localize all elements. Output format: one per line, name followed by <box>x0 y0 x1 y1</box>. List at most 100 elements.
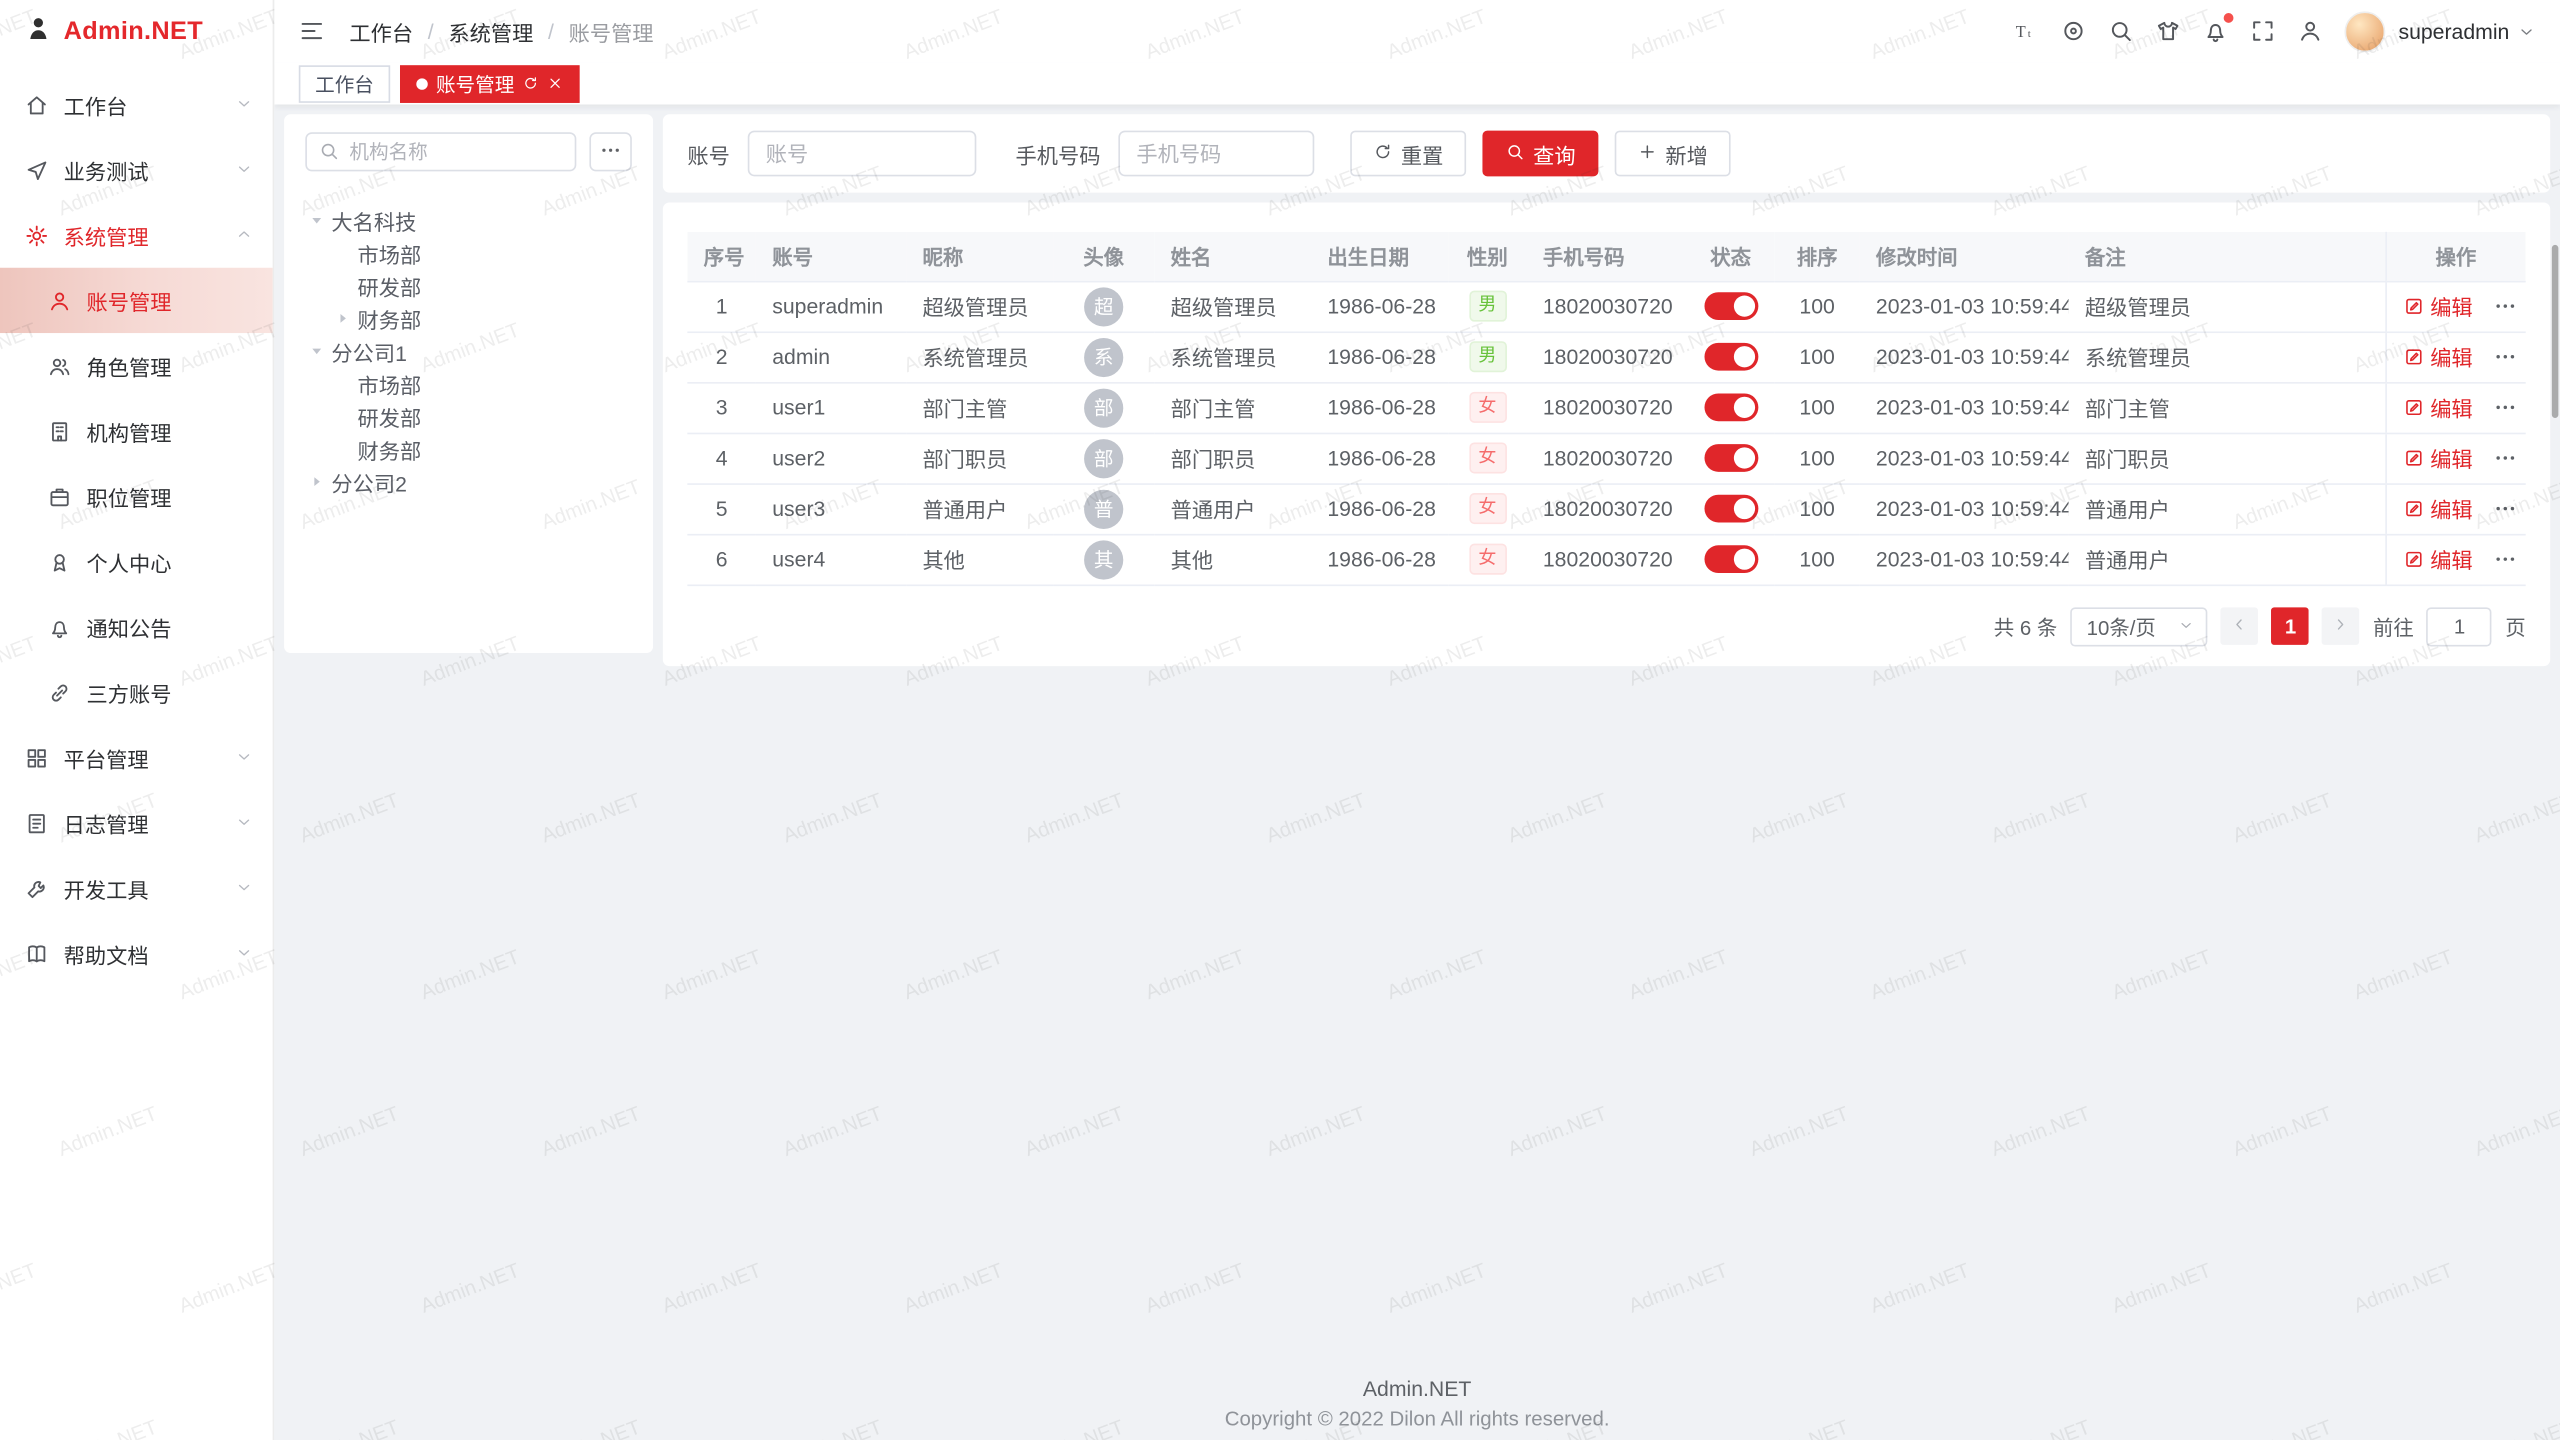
globe-icon[interactable] <box>2061 18 2087 44</box>
sidebar-item-system-management[interactable]: 系统管理 <box>0 202 273 267</box>
cell-remark: 超级管理员 <box>2069 281 2386 332</box>
user-avatar[interactable] <box>2345 11 2386 52</box>
column-header[interactable]: 序号 <box>687 232 756 281</box>
search-icon <box>318 140 339 169</box>
status-toggle[interactable] <box>1704 394 1758 422</box>
row-more-button[interactable] <box>2492 344 2516 368</box>
edit-button[interactable]: 编辑 <box>2402 291 2472 322</box>
chevron-down-icon[interactable] <box>2518 22 2536 40</box>
column-header[interactable]: 头像 <box>1053 232 1154 281</box>
column-header[interactable]: 操作 <box>2385 232 2525 281</box>
column-header[interactable]: 手机号码 <box>1527 232 1687 281</box>
fullscreen-icon[interactable] <box>2250 18 2276 44</box>
sidebar-item-business-test[interactable]: 业务测试 <box>0 137 273 202</box>
sidebar-item-help-docs[interactable]: 帮助文档 <box>0 921 273 986</box>
sidebar-item-workbench[interactable]: 工作台 <box>0 72 273 137</box>
column-header[interactable]: 昵称 <box>906 232 1053 281</box>
next-page-button[interactable] <box>2322 607 2360 645</box>
sidebar-item-log-management[interactable]: 日志管理 <box>0 790 273 855</box>
column-header[interactable]: 出生日期 <box>1311 232 1448 281</box>
svg-text:t: t <box>2028 28 2031 40</box>
page-size-select[interactable]: 10条/页 <box>2070 607 2208 646</box>
font-size-icon[interactable]: Tt <box>2013 18 2039 44</box>
user-icon[interactable] <box>2297 18 2323 44</box>
cell-nickname: 其他 <box>906 534 1053 585</box>
page-1-button[interactable]: 1 <box>2272 607 2310 645</box>
tree-node[interactable]: 财务部 <box>305 302 632 335</box>
notification-bell-icon[interactable] <box>2203 18 2229 44</box>
tab-0[interactable]: 工作台 <box>299 64 390 102</box>
status-toggle[interactable] <box>1704 343 1758 371</box>
breadcrumb-system-management[interactable]: 系统管理 <box>448 16 533 47</box>
row-more-button[interactable] <box>2492 496 2516 520</box>
row-more-button[interactable] <box>2492 547 2516 571</box>
sidebar-item-dev-tools[interactable]: 开发工具 <box>0 856 273 921</box>
status-toggle[interactable] <box>1704 292 1758 320</box>
column-header[interactable]: 备注 <box>2069 232 2386 281</box>
sidebar-item-account-management[interactable]: 账号管理 <box>0 268 273 333</box>
column-header[interactable]: 性别 <box>1448 232 1526 281</box>
status-toggle[interactable] <box>1704 444 1758 472</box>
status-toggle[interactable] <box>1704 545 1758 573</box>
edit-button[interactable]: 编辑 <box>2402 544 2472 575</box>
tree-node[interactable]: 分公司1 <box>305 335 632 368</box>
tree-node[interactable]: 分公司2 <box>305 465 632 498</box>
tree-node[interactable]: 研发部 <box>305 269 632 302</box>
column-header[interactable]: 账号 <box>756 232 906 281</box>
reset-button[interactable]: 重置 <box>1350 131 1466 177</box>
column-header[interactable]: 修改时间 <box>1860 232 2069 281</box>
search-button[interactable]: 查询 <box>1483 131 1599 177</box>
account-input[interactable] <box>748 131 977 177</box>
org-search-input[interactable] <box>305 132 576 171</box>
column-header[interactable]: 姓名 <box>1154 232 1311 281</box>
edit-button[interactable]: 编辑 <box>2402 392 2472 423</box>
column-header[interactable]: 排序 <box>1775 232 1860 281</box>
tab-1[interactable]: 账号管理 <box>400 64 580 102</box>
row-more-button[interactable] <box>2492 395 2516 419</box>
edit-button[interactable]: 编辑 <box>2402 442 2472 473</box>
tree-node[interactable]: 市场部 <box>305 237 632 270</box>
tree-node[interactable]: 研发部 <box>305 400 632 433</box>
add-button[interactable]: 新增 <box>1615 131 1731 177</box>
edit-icon <box>2402 498 2423 519</box>
edit-icon <box>2402 447 2423 468</box>
sidebar-item-personal-center[interactable]: 个人中心 <box>0 529 273 594</box>
cell-birth: 1986-06-28 <box>1311 433 1448 484</box>
scrollbar-thumb[interactable] <box>2552 245 2559 418</box>
theme-icon[interactable] <box>2155 18 2181 44</box>
sidebar-item-platform-management[interactable]: 平台管理 <box>0 725 273 790</box>
more-icon <box>2492 294 2516 318</box>
column-header[interactable]: 状态 <box>1687 232 1775 281</box>
status-toggle[interactable] <box>1704 495 1758 523</box>
tree-caret-icon <box>331 242 354 265</box>
gender-tag: 女 <box>1469 493 1507 524</box>
sidebar-item-post-management[interactable]: 职位管理 <box>0 464 273 529</box>
breadcrumb-workbench[interactable]: 工作台 <box>349 16 413 47</box>
sidebar-item-third-party-account[interactable]: 三方账号 <box>0 660 273 725</box>
brand-logo[interactable]: Admin.NET <box>0 0 273 65</box>
more-icon <box>2492 446 2516 470</box>
tree-more-button[interactable] <box>589 132 631 171</box>
prev-page-button[interactable] <box>2221 607 2259 645</box>
sidebar: Admin.NET 工作台业务测试系统管理账号管理角色管理机构管理职位管理个人中… <box>0 0 274 1440</box>
search-icon[interactable] <box>2108 18 2134 44</box>
phone-input[interactable] <box>1118 131 1314 177</box>
menu-fold-icon[interactable] <box>299 18 325 44</box>
tree-node[interactable]: 财务部 <box>305 433 632 466</box>
sidebar-item-org-management[interactable]: 机构管理 <box>0 398 273 463</box>
edit-button[interactable]: 编辑 <box>2402 493 2472 524</box>
active-tab-dot <box>416 78 427 89</box>
tree-caret-icon <box>331 438 354 461</box>
row-more-button[interactable] <box>2492 294 2516 318</box>
row-more-button[interactable] <box>2492 446 2516 470</box>
username[interactable]: superadmin <box>2398 19 2509 43</box>
tree-node[interactable]: 市场部 <box>305 367 632 400</box>
sidebar-item-role-management[interactable]: 角色管理 <box>0 333 273 398</box>
sidebar-item-notice[interactable]: 通知公告 <box>0 594 273 659</box>
edit-button[interactable]: 编辑 <box>2402 341 2472 372</box>
goto-page-input[interactable] <box>2427 607 2492 646</box>
tree-node[interactable]: 大名科技 <box>305 204 632 237</box>
page-unit-label: 页 <box>2505 611 2525 642</box>
phone-label: 手机号码 <box>1016 138 1101 169</box>
edit-button-label: 编辑 <box>2430 341 2472 372</box>
